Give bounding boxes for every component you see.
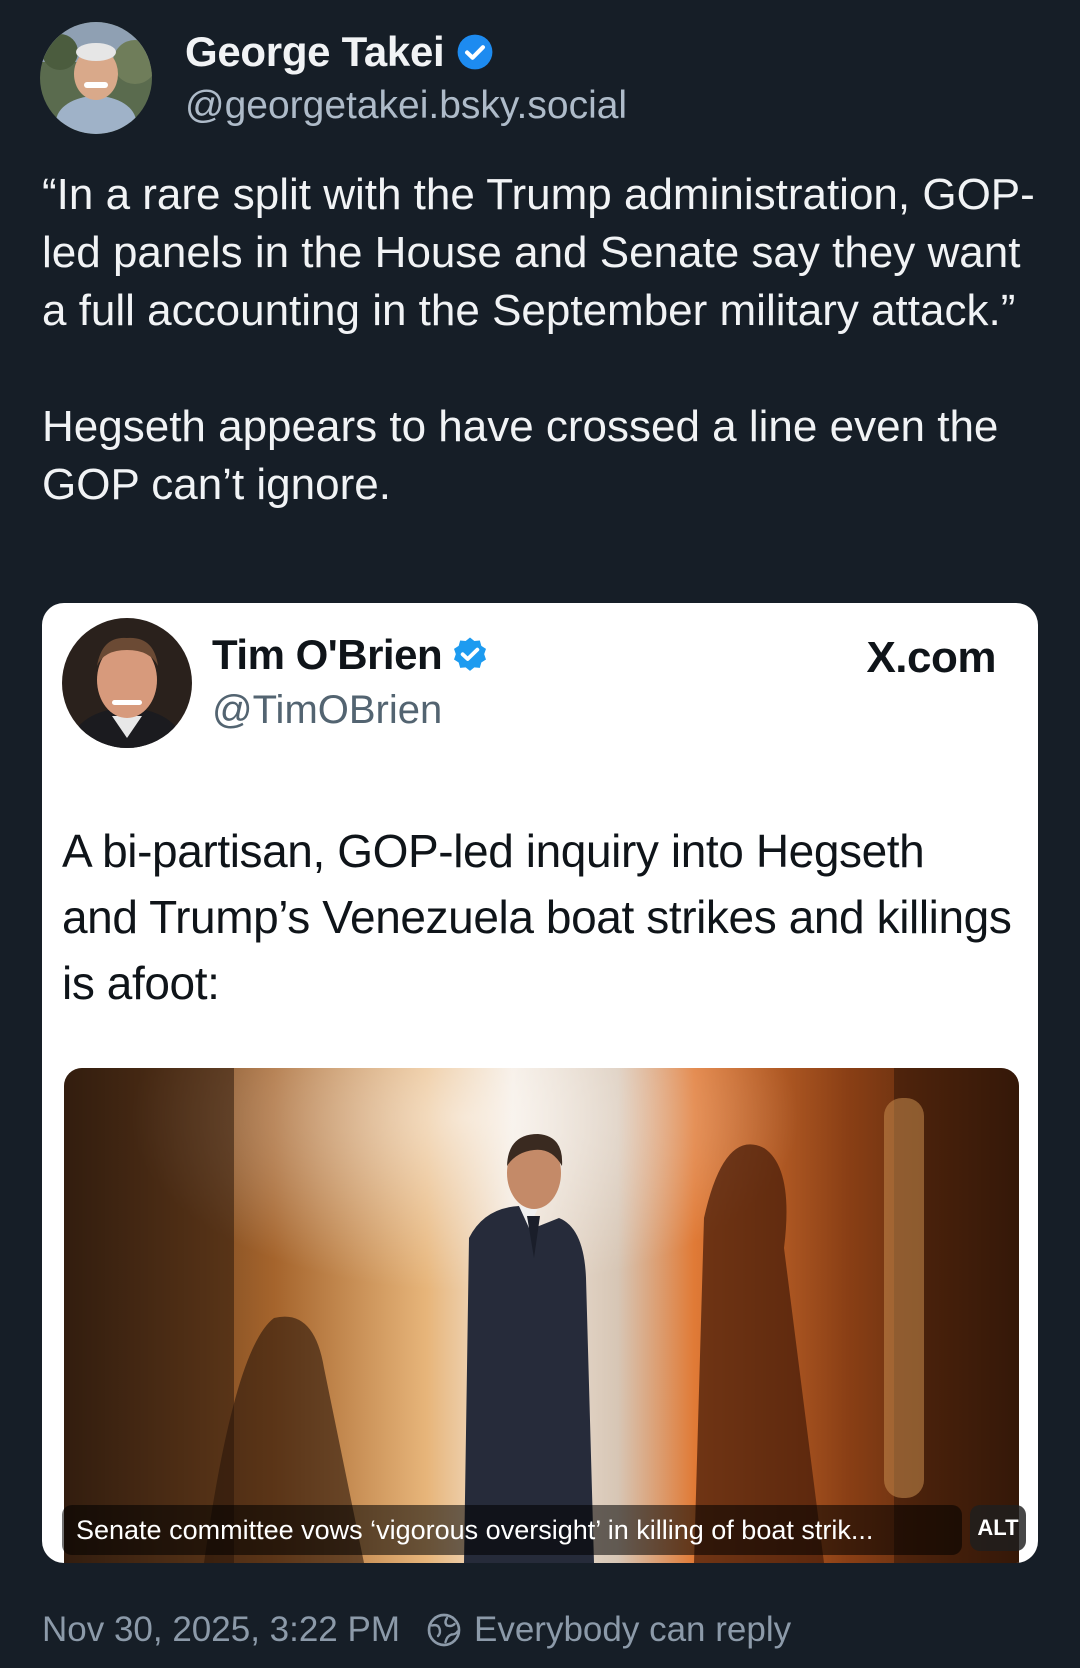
post-paragraph: Hegseth appears to have crossed a line e… [42, 402, 999, 509]
post-footer: Nov 30, 2025, 3:22 PM Everybody can repl… [42, 1610, 791, 1650]
author-handle[interactable]: @georgetakei.bsky.social [185, 84, 627, 128]
quoted-news-photo [64, 1068, 1019, 1563]
globe-reply-icon [426, 1612, 462, 1648]
quoted-display-name: Tim O'Brien [212, 631, 443, 678]
post-body: “In a rare split with the Trump administ… [42, 166, 1052, 514]
post-paragraph: “In a rare split with the Trump administ… [42, 170, 1035, 335]
quoted-author-avatar [62, 618, 192, 748]
quoted-site-label: X.com [866, 633, 996, 682]
quoted-handle: @TimOBrien [212, 688, 443, 732]
author-display-name[interactable]: George Takei [185, 28, 445, 76]
verified-check-icon [456, 33, 494, 71]
post-timestamp[interactable]: Nov 30, 2025, 3:22 PM [42, 1610, 400, 1650]
author-avatar[interactable] [40, 22, 152, 134]
alt-text-button[interactable]: ALT [970, 1505, 1026, 1551]
image-caption: Senate committee vows ‘vigorous oversigh… [62, 1505, 962, 1555]
quoted-post-text: A bi-partisan, GOP-led inquiry into Hegs… [62, 825, 1012, 1009]
embedded-image-card[interactable]: Tim O'Brien @TimOBrien X.com A bi-partis… [42, 603, 1038, 1563]
verified-check-icon [450, 635, 490, 675]
reply-setting-label[interactable]: Everybody can reply [474, 1610, 791, 1650]
